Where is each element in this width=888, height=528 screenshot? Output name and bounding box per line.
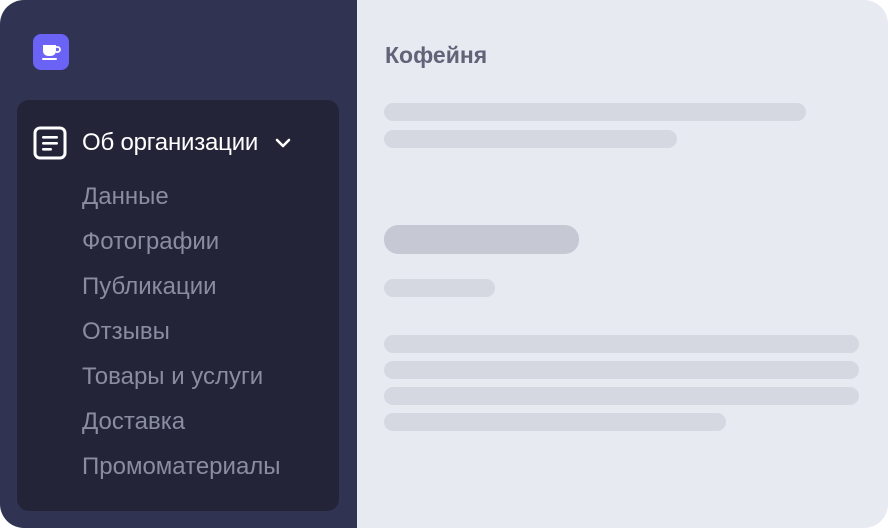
- nav-item-goods-services[interactable]: Товары и услуги: [82, 360, 332, 405]
- skeleton-line: [384, 361, 859, 379]
- nav-item-promo-materials[interactable]: Промоматериалы: [82, 450, 332, 495]
- nav-item-publications[interactable]: Публикации: [82, 270, 332, 315]
- sidebar: Об организации Данные Фотографии Публика…: [0, 0, 357, 528]
- nav-section-about-organization[interactable]: Об организации: [33, 124, 329, 162]
- app-window: Об организации Данные Фотографии Публика…: [0, 0, 888, 528]
- page-title: Кофейня: [385, 42, 488, 68]
- nav-item-delivery[interactable]: Доставка: [82, 405, 332, 450]
- nav-item-reviews[interactable]: Отзывы: [82, 315, 332, 360]
- nav-card: Об организации Данные Фотографии Публика…: [17, 100, 339, 511]
- skeleton-line: [384, 387, 859, 405]
- nav-item-photos[interactable]: Фотографии: [82, 225, 332, 270]
- coffee-cup-icon: [42, 45, 61, 60]
- chevron-down-icon[interactable]: [274, 134, 292, 152]
- skeleton-line: [384, 279, 495, 297]
- nav-section-label: Об организации: [82, 129, 259, 156]
- nav-subitems: Данные Фотографии Публикации Отзывы Това…: [82, 180, 332, 495]
- skeleton-line: [384, 103, 806, 121]
- skeleton-line: [384, 130, 677, 148]
- skeleton-block: [384, 225, 579, 254]
- skeleton-line: [384, 335, 859, 353]
- document-icon: [33, 126, 67, 160]
- app-logo[interactable]: [33, 34, 69, 70]
- main-content: Кофейня: [357, 0, 888, 528]
- skeleton-line: [384, 413, 726, 431]
- nav-item-data[interactable]: Данные: [82, 180, 332, 225]
